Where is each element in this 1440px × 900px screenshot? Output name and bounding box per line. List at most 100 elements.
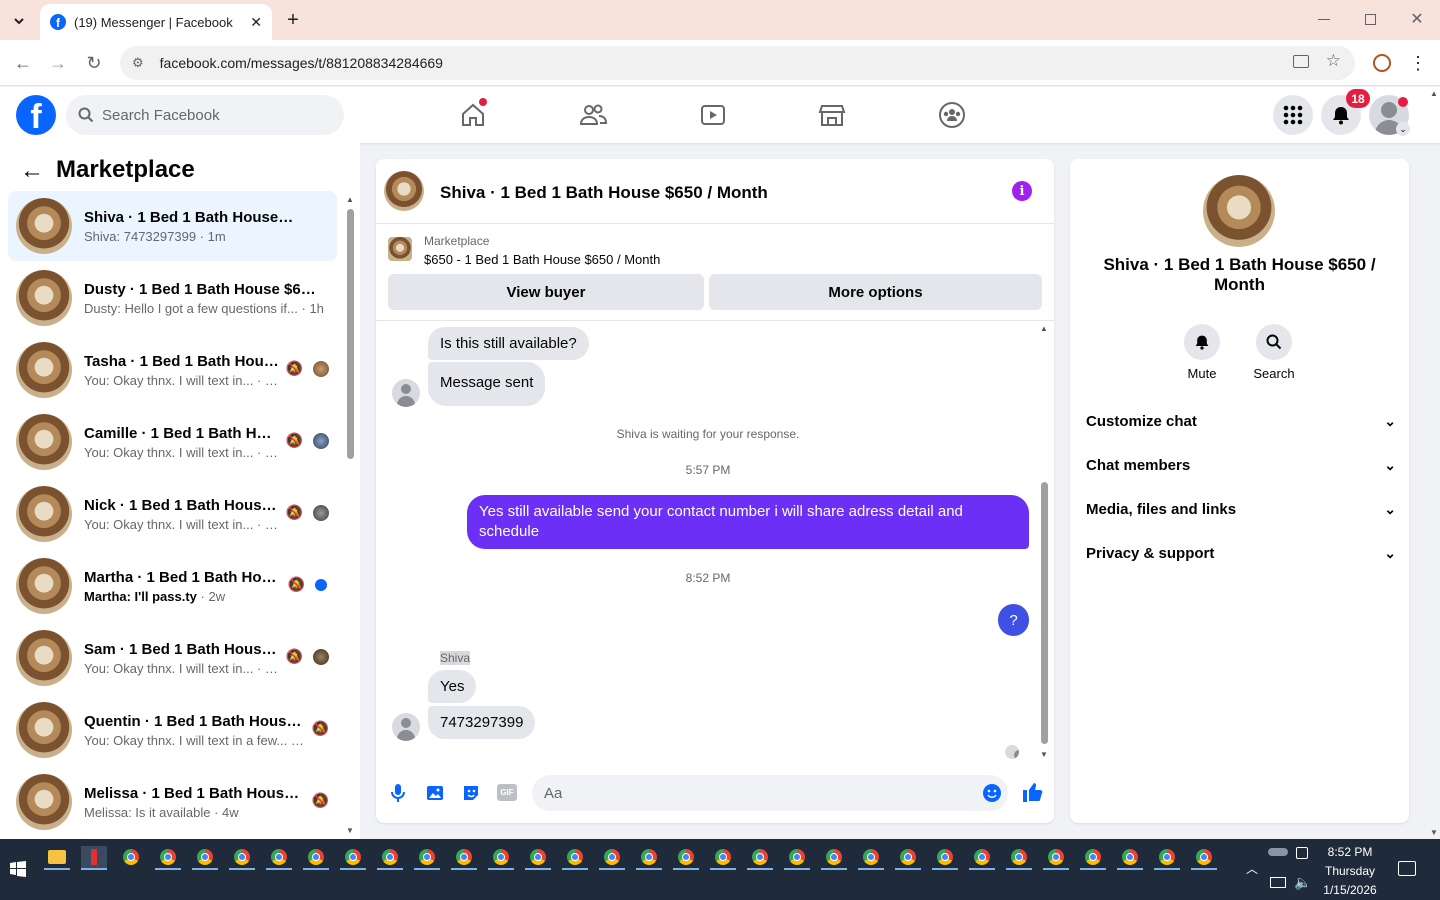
scroll-up-arrow[interactable]: ▲ <box>1430 89 1438 98</box>
menu-grid-button[interactable] <box>1273 95 1313 135</box>
new-tab-icon[interactable]: + <box>282 9 304 31</box>
nav-home[interactable] <box>418 95 528 135</box>
scroll-down-arrow[interactable]: ▼ <box>1430 828 1438 837</box>
profile-icon[interactable] <box>1373 54 1391 72</box>
microphone-icon[interactable] <box>390 783 406 803</box>
site-settings-icon[interactable]: ⚙ <box>132 55 144 71</box>
conversation-item[interactable]: Camille · 1 Bed 1 Bath House $650 / Mont… <box>8 407 337 477</box>
customize-chat-section[interactable]: Customize chat ⌄ <box>1086 403 1396 439</box>
close-window-icon[interactable]: ✕ <box>1408 9 1426 29</box>
account-chevron-icon[interactable]: ⌄ <box>1396 122 1410 136</box>
conversation-item[interactable]: Quentin · 1 Bed 1 Bath House $650 / Mont… <box>8 695 337 765</box>
restore-icon[interactable] <box>1365 14 1376 25</box>
chrome-taskbar-icon[interactable] <box>673 846 699 868</box>
sender-avatar[interactable] <box>392 713 420 741</box>
listing-thumbnail-small[interactable] <box>388 237 412 261</box>
minimize-icon[interactable] <box>1318 19 1330 20</box>
chrome-taskbar-icon[interactable] <box>192 846 218 868</box>
chrome-taskbar-icon[interactable] <box>451 846 477 868</box>
chrome-taskbar-icon[interactable] <box>525 846 551 868</box>
chrome-taskbar-icon[interactable] <box>377 846 403 868</box>
onedrive-icon[interactable] <box>1268 848 1288 856</box>
tab-search-icon[interactable] <box>8 10 30 32</box>
chrome-taskbar-icon[interactable] <box>747 846 773 868</box>
chrome-taskbar-icon[interactable] <box>1080 846 1106 868</box>
notification-center-icon[interactable] <box>1398 861 1416 876</box>
media-files-section[interactable]: Media, files and links ⌄ <box>1086 491 1396 527</box>
scroll-down-arrow[interactable]: ▼ <box>346 826 354 835</box>
facebook-logo-icon[interactable]: f <box>16 95 56 135</box>
chrome-taskbar-icon[interactable] <box>932 846 958 868</box>
conversation-item[interactable]: Shiva · 1 Bed 1 Bath House $650 / Month … <box>8 191 337 261</box>
chat-members-section[interactable]: Chat members ⌄ <box>1086 447 1396 483</box>
photo-icon[interactable] <box>425 783 445 803</box>
sticker-icon[interactable] <box>461 783 481 803</box>
chat-title[interactable]: Shiva · 1 Bed 1 Bath House $650 / Month <box>440 183 768 203</box>
chrome-taskbar-icon[interactable] <box>821 846 847 868</box>
chrome-taskbar-icon[interactable] <box>858 846 884 868</box>
reload-icon[interactable]: ↻ <box>83 52 105 74</box>
more-options-button[interactable]: More options <box>709 274 1042 310</box>
chrome-taskbar-icon[interactable] <box>1154 846 1180 868</box>
view-buyer-button[interactable]: View buyer <box>388 274 704 310</box>
conversation-item[interactable]: Tasha · 1 Bed 1 Bath House $650 / Month … <box>8 335 337 405</box>
mute-button[interactable]: Mute <box>1174 324 1230 381</box>
tab-close-icon[interactable]: ✕ <box>250 14 262 31</box>
network-icon[interactable] <box>1270 877 1286 888</box>
scroll-up-arrow[interactable]: ▲ <box>346 195 354 204</box>
info-icon[interactable]: i <box>1012 181 1032 201</box>
nav-friends[interactable] <box>538 95 648 135</box>
address-bar[interactable]: ⚙ facebook.com/messages/t/88120883428466… <box>120 46 1355 80</box>
chrome-taskbar-icon[interactable] <box>599 846 625 868</box>
nav-watch[interactable] <box>658 95 768 135</box>
clock[interactable]: 8:52 PM Thursday 1/15/2026 <box>1318 843 1382 900</box>
bookmark-star-icon[interactable]: ☆ <box>1326 51 1341 71</box>
nav-marketplace[interactable] <box>777 95 887 135</box>
chrome-taskbar-icon[interactable] <box>710 846 736 868</box>
back-arrow-icon[interactable]: ← <box>20 157 44 184</box>
file-explorer-icon[interactable] <box>44 846 70 868</box>
volume-icon[interactable]: 🔈 <box>1294 874 1311 891</box>
chrome-taskbar-icon[interactable] <box>562 846 588 868</box>
page-scrollbar[interactable]: ▲ ▼ <box>1428 87 1440 839</box>
chrome-taskbar-icon[interactable] <box>340 846 366 868</box>
profile-picture[interactable] <box>1203 175 1275 247</box>
listing-title[interactable]: $650 - 1 Bed 1 Bath House $650 / Month <box>424 252 660 267</box>
sender-avatar[interactable] <box>392 379 420 407</box>
windows-start-icon[interactable] <box>10 861 26 877</box>
emoji-icon[interactable] <box>982 783 1002 803</box>
chat-scrollbar[interactable]: ▲ ▼ <box>1039 324 1049 759</box>
back-icon[interactable]: ← <box>12 52 34 74</box>
chrome-taskbar-icon[interactable] <box>1191 846 1217 868</box>
conversation-item[interactable]: Melissa · 1 Bed 1 Bath House $650 / Mont… <box>8 767 337 837</box>
chrome-taskbar-icon[interactable] <box>1043 846 1069 868</box>
show-hidden-icons[interactable]: ︿ <box>1246 860 1258 877</box>
conversation-item[interactable]: Martha · 1 Bed 1 Bath House $650 / Month… <box>8 551 337 621</box>
scrollbar-thumb[interactable] <box>1041 482 1048 744</box>
chrome-taskbar-icon[interactable] <box>636 846 662 868</box>
conversation-item[interactable]: Dusty · 1 Bed 1 Bath House $650 / Month … <box>8 263 337 333</box>
privacy-support-section[interactable]: Privacy & support ⌄ <box>1086 535 1396 571</box>
conversation-item[interactable]: Sam · 1 Bed 1 Bath House $650 / Month Yo… <box>8 623 337 693</box>
search-in-chat-button[interactable]: Search <box>1246 324 1302 381</box>
gif-icon[interactable]: GIF <box>497 784 517 801</box>
browser-tab-active[interactable]: f (19) Messenger | Facebook ✕ <box>40 4 272 40</box>
conversation-item[interactable]: Nick · 1 Bed 1 Bath House $650 / Month Y… <box>8 479 337 549</box>
chrome-taskbar-icon[interactable] <box>155 846 181 868</box>
scroll-up-arrow[interactable]: ▲ <box>1040 324 1048 333</box>
taskbar-app-icon[interactable] <box>81 846 107 868</box>
chrome-taskbar-icon[interactable] <box>414 846 440 868</box>
forward-icon[interactable]: → <box>47 52 69 74</box>
facebook-search-input[interactable]: Search Facebook <box>66 95 344 135</box>
chrome-taskbar-icon[interactable] <box>1006 846 1032 868</box>
chat-listing-avatar[interactable] <box>384 171 424 211</box>
chrome-taskbar-icon[interactable] <box>303 846 329 868</box>
nav-groups[interactable] <box>897 95 1007 135</box>
chrome-taskbar-icon[interactable] <box>266 846 292 868</box>
install-app-icon[interactable] <box>1293 55 1309 68</box>
chrome-taskbar-icon[interactable] <box>118 846 144 868</box>
chrome-taskbar-icon[interactable] <box>969 846 995 868</box>
chrome-taskbar-icon[interactable] <box>784 846 810 868</box>
left-scrollbar-track[interactable]: ▲ ▼ <box>345 195 355 835</box>
notifications-button[interactable]: 18 <box>1321 89 1370 135</box>
